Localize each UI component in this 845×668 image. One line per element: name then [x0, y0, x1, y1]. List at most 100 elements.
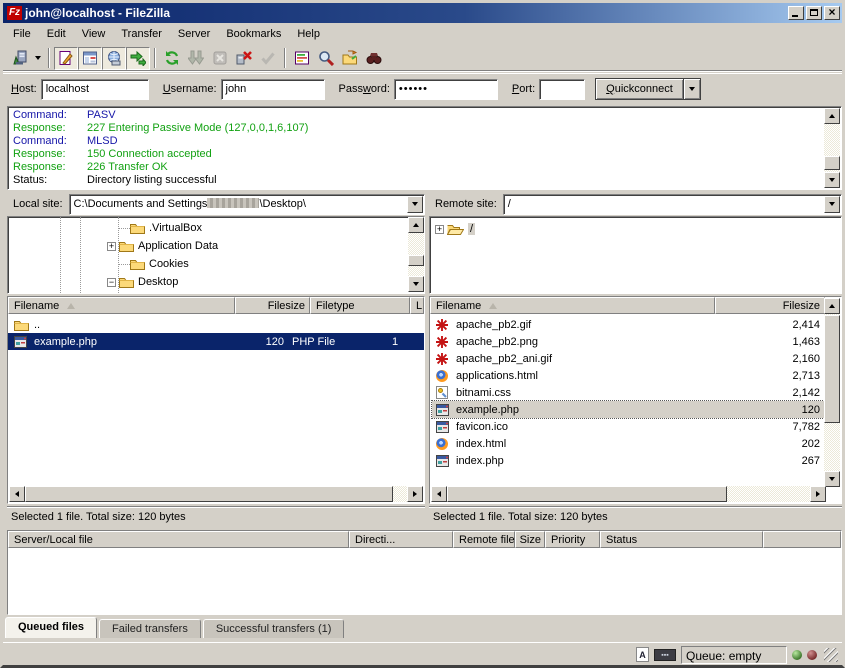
- quickconnect-dropdown-button[interactable]: [684, 78, 701, 100]
- menu-view[interactable]: View: [74, 26, 114, 42]
- scroll-up-button[interactable]: [408, 217, 424, 233]
- scroll-right-button[interactable]: [407, 486, 423, 502]
- local-site-combobox[interactable]: C:\Documents and Settings\Desktop\: [69, 194, 425, 215]
- file-row-selected[interactable]: example.php 120: [432, 401, 824, 418]
- close-button[interactable]: ×: [824, 6, 840, 20]
- scroll-right-button[interactable]: [810, 486, 826, 502]
- menu-server[interactable]: Server: [170, 26, 218, 42]
- expand-icon[interactable]: +: [107, 242, 116, 251]
- refresh-button[interactable]: [160, 47, 184, 70]
- file-size: 7,782: [736, 421, 824, 433]
- tree-item-virtualbox[interactable]: .VirtualBox: [118, 219, 202, 237]
- scroll-down-button[interactable]: [408, 276, 424, 292]
- host-input[interactable]: localhost: [41, 79, 149, 100]
- column-header-status[interactable]: Status: [600, 531, 763, 548]
- menu-transfer[interactable]: Transfer: [113, 26, 170, 42]
- menu-file[interactable]: File: [5, 26, 39, 42]
- column-header-filesize[interactable]: Filesize: [715, 297, 825, 314]
- site-manager-dropdown-button[interactable]: [31, 48, 44, 69]
- menu-help[interactable]: Help: [289, 26, 328, 42]
- remote-list-vscrollbar[interactable]: [824, 298, 840, 487]
- file-size: 2,414: [736, 319, 824, 331]
- tab-successful-transfers[interactable]: Successful transfers (1): [203, 619, 345, 638]
- column-header-priority[interactable]: Priority: [545, 531, 600, 548]
- column-header-server-local-file[interactable]: Server/Local file: [8, 531, 349, 548]
- file-row[interactable]: apache_pb2_ani.gif 2,160: [432, 350, 824, 367]
- scroll-thumb[interactable]: [824, 315, 840, 423]
- tree-item-cookies[interactable]: Cookies: [118, 255, 189, 273]
- site-manager-button[interactable]: [7, 47, 31, 70]
- scroll-thumb[interactable]: [408, 255, 424, 266]
- tree-item-desktop[interactable]: − Desktop: [107, 273, 178, 291]
- scroll-thumb[interactable]: [447, 486, 727, 502]
- column-header-remote-file[interactable]: Remote file: [453, 531, 515, 548]
- find-files-button[interactable]: [314, 47, 338, 70]
- file-row[interactable]: apache_pb2.gif 2,414: [432, 316, 824, 333]
- remote-site-combobox[interactable]: /: [503, 194, 842, 215]
- password-input[interactable]: ••••••: [394, 79, 498, 100]
- log-line: Response:227 Entering Passive Mode (127,…: [8, 122, 841, 135]
- title-bar[interactable]: Fz john@localhost - FileZilla ×: [3, 3, 842, 23]
- toggle-message-log-button[interactable]: [54, 47, 78, 70]
- file-row-example-php[interactable]: example.php 120 PHP File 1: [8, 333, 424, 350]
- disconnect-button[interactable]: [232, 47, 256, 70]
- synchronized-browsing-button[interactable]: [362, 47, 386, 70]
- file-row-parent-dir[interactable]: ..: [8, 316, 424, 333]
- toggle-remote-tree-button[interactable]: [102, 47, 126, 70]
- scroll-thumb[interactable]: [824, 156, 840, 170]
- file-name: apache_pb2.gif: [452, 319, 736, 331]
- tab-failed-transfers[interactable]: Failed transfers: [99, 619, 201, 638]
- remote-site-dropdown-button[interactable]: [824, 196, 840, 213]
- menu-edit[interactable]: Edit: [39, 26, 74, 42]
- column-header-direction[interactable]: Directi...: [349, 531, 453, 548]
- speed-limit-icon[interactable]: ▪▪▪: [654, 649, 676, 661]
- log-scrollbar[interactable]: [824, 108, 840, 188]
- column-header-filename[interactable]: Filename: [8, 297, 235, 314]
- process-queue-button[interactable]: [184, 47, 208, 70]
- remote-list-hscrollbar[interactable]: [431, 486, 826, 502]
- local-site-dropdown-button[interactable]: [407, 196, 423, 213]
- column-header-filesize[interactable]: Filesize: [235, 297, 310, 314]
- column-header-last-modified[interactable]: L: [410, 297, 424, 314]
- toggle-local-tree-button[interactable]: [78, 47, 102, 70]
- transfer-type-ascii-icon[interactable]: A: [636, 647, 649, 662]
- scroll-up-button[interactable]: [824, 108, 840, 124]
- tree-item-root[interactable]: + /: [435, 220, 475, 238]
- local-selection-status: Selected 1 file. Total size: 120 bytes: [7, 506, 425, 525]
- local-tree-scrollbar[interactable]: [408, 217, 424, 292]
- file-row[interactable]: applications.html 2,713: [432, 367, 824, 384]
- tab-queued-files[interactable]: Queued files: [5, 617, 97, 638]
- column-header-size[interactable]: Size: [515, 531, 545, 548]
- username-input[interactable]: john: [221, 79, 325, 100]
- port-input[interactable]: [539, 79, 585, 100]
- scroll-left-button[interactable]: [9, 486, 25, 502]
- quickconnect-button[interactable]: Quickconnect: [595, 78, 684, 100]
- local-list-hscrollbar[interactable]: [9, 486, 423, 502]
- column-header-filename[interactable]: Filename: [430, 297, 715, 314]
- tree-item-application-data[interactable]: + Application Data: [107, 237, 218, 255]
- filter-button[interactable]: [290, 47, 314, 70]
- scroll-down-button[interactable]: [824, 172, 840, 188]
- expand-icon[interactable]: +: [435, 225, 444, 234]
- scroll-up-button[interactable]: [824, 298, 840, 314]
- cancel-transfer-button[interactable]: [208, 47, 232, 70]
- scroll-down-button[interactable]: [824, 471, 840, 487]
- maximize-button[interactable]: [806, 6, 822, 20]
- collapse-icon[interactable]: −: [107, 278, 116, 287]
- menu-bookmarks[interactable]: Bookmarks: [218, 26, 289, 42]
- scroll-thumb[interactable]: [25, 486, 393, 502]
- scroll-left-button[interactable]: [431, 486, 447, 502]
- abort-operation-button[interactable]: [256, 47, 280, 70]
- minimize-button[interactable]: [788, 6, 804, 20]
- cancel-icon: [212, 50, 228, 66]
- file-row[interactable]: apache_pb2.png 1,463: [432, 333, 824, 350]
- column-header-filetype[interactable]: Filetype: [310, 297, 410, 314]
- file-row[interactable]: index.html 202: [432, 435, 824, 452]
- resize-grip[interactable]: [824, 648, 838, 662]
- compare-directories-button[interactable]: [338, 47, 362, 70]
- toggle-queue-button[interactable]: [126, 47, 150, 70]
- file-row[interactable]: favicon.ico 7,782: [432, 418, 824, 435]
- php-file-icon: [14, 336, 27, 348]
- file-row[interactable]: bitnami.css 2,142: [432, 384, 824, 401]
- file-row[interactable]: index.php 267: [432, 452, 824, 469]
